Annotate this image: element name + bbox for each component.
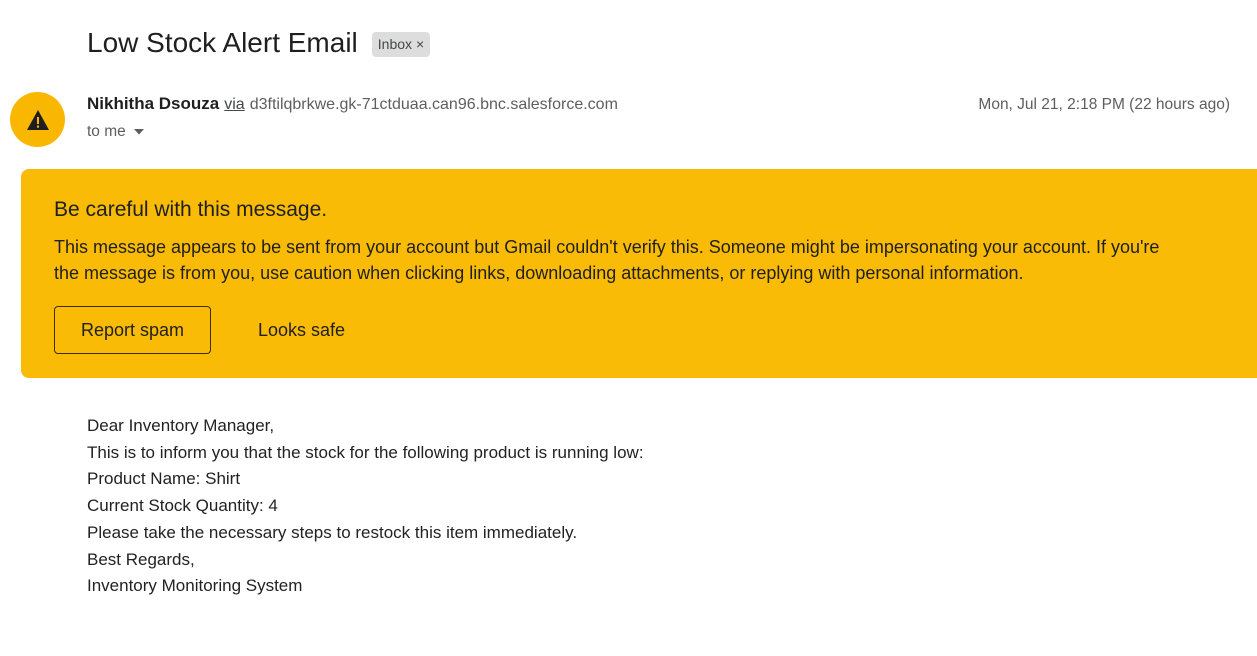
email-timestamp: Mon, Jul 21, 2:18 PM (22 hours ago) xyxy=(978,96,1230,113)
looks-safe-button[interactable]: Looks safe xyxy=(237,306,366,354)
email-subject: Low Stock Alert Email xyxy=(87,27,358,58)
warning-body-line: This message appears to be sent from you… xyxy=(54,237,1160,257)
message-body: Dear Inventory Manager, This is to infor… xyxy=(87,413,644,600)
warning-body: This message appears to be sent from you… xyxy=(54,234,1257,286)
warning-icon xyxy=(26,109,49,130)
body-line: Please take the necessary steps to resto… xyxy=(87,522,578,542)
report-spam-button[interactable]: Report spam xyxy=(54,306,211,354)
recipient-details-toggle[interactable]: to me xyxy=(87,123,144,141)
inbox-label-chip[interactable]: Inbox × xyxy=(371,31,431,57)
sender-line: Nikhitha Dsouza via d3ftilqbrkwe.gk-71ct… xyxy=(87,94,618,114)
via-domain: d3ftilqbrkwe.gk-71ctduaa.can96.bnc.sales… xyxy=(249,96,618,113)
body-line: Product Name: Shirt xyxy=(87,469,241,489)
warning-title: Be careful with this message. xyxy=(54,198,328,221)
body-line: Best Regards, xyxy=(87,549,195,569)
sender-name[interactable]: Nikhitha Dsouza xyxy=(87,94,219,114)
caret-down-icon xyxy=(133,129,144,135)
body-line: Inventory Monitoring System xyxy=(87,576,303,596)
recipient-label: to me xyxy=(87,123,126,140)
remove-label-icon[interactable]: × xyxy=(416,37,424,51)
body-line: This is to inform you that the stock for… xyxy=(87,442,644,462)
email-view: Low Stock Alert Email Inbox × Nikhitha D… xyxy=(0,0,1257,656)
sender-avatar[interactable] xyxy=(10,92,65,147)
subject-row: Low Stock Alert Email Inbox × xyxy=(87,27,431,59)
warning-body-line: the message is from you, use caution whe… xyxy=(54,263,1024,283)
label-chip-text: Inbox xyxy=(377,35,413,52)
body-line: Dear Inventory Manager, xyxy=(87,416,275,435)
warning-banner: Be careful with this message. This messa… xyxy=(21,169,1257,378)
via-link[interactable]: via xyxy=(224,96,244,114)
body-line: Current Stock Quantity: 4 xyxy=(87,496,278,516)
